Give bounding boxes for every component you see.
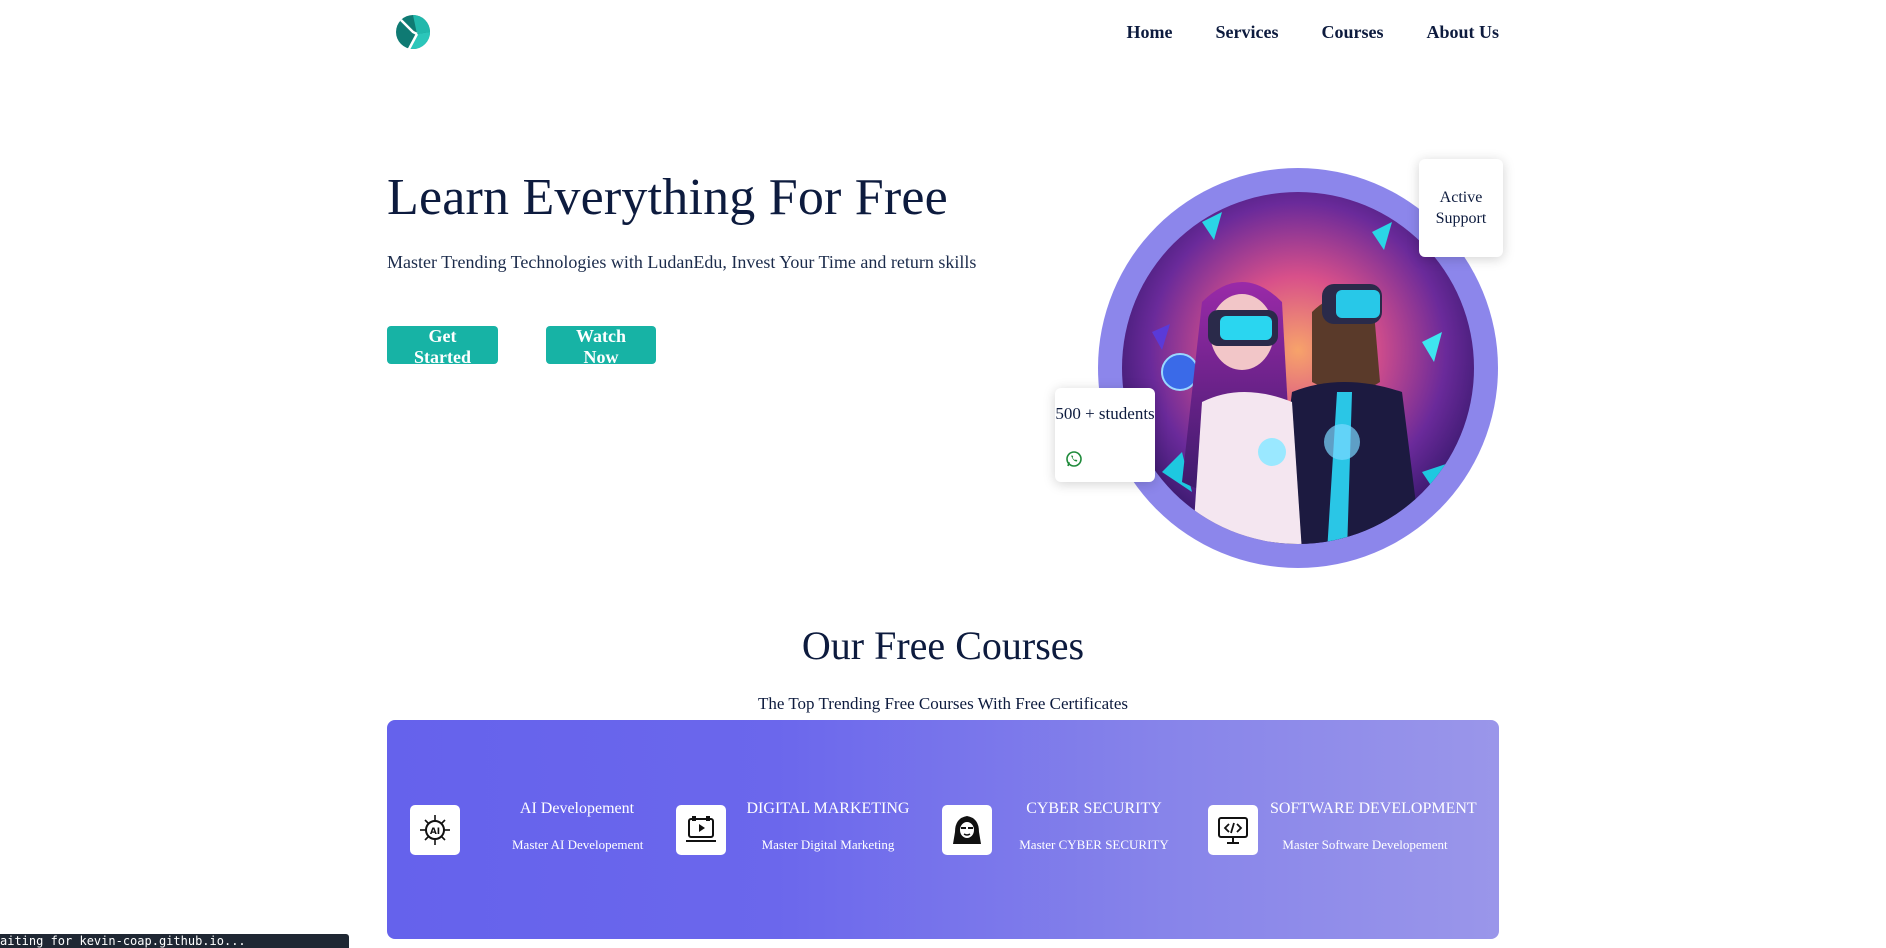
course-description: Master AI Developement [512,837,644,852]
course-card-digital-marketing[interactable]: DIGITAL MARKETING Master Digital Marketi… [653,720,919,939]
nav-home-link[interactable]: Home [1127,22,1173,43]
course-card-ai[interactable]: AI AI Developement Master AI Developemen… [387,720,653,939]
get-started-button[interactable]: Get Started [387,326,498,367]
active-support-label: Active Support [1435,189,1487,227]
hero-subtitle: Master Trending Technologies with LudanE… [387,252,977,272]
digital-marketing-icon [676,805,726,855]
course-title: DIGITAL MARKETING [746,800,910,817]
nav-services-link[interactable]: Services [1215,22,1278,43]
nav-about-link[interactable]: About Us [1426,22,1499,43]
browser-status-bar: aiting for kevin-coap.github.io... [0,934,349,948]
students-card: 500 + students [1055,388,1155,482]
hero-title: Learn Everything For Free [387,169,948,226]
page: Home Services Courses About Us Learn Eve… [0,0,1886,948]
hacker-icon [942,805,992,855]
course-title: SOFTWARE DEVELOPMENT [1270,800,1477,817]
course-title: AI Developement [519,800,635,817]
course-card-software-development[interactable]: SOFTWARE DEVELOPMENT Master Software Dev… [1185,720,1499,939]
course-description: Master CYBER SECURITY [1019,837,1169,852]
logo-icon[interactable] [395,14,431,50]
course-description: Master Digital Marketing [761,837,895,852]
ai-chip-icon: AI [410,805,460,855]
courses-section-subtitle: The Top Trending Free Courses With Free … [757,694,1129,713]
svg-text:AI: AI [430,827,440,837]
nav-courses-link[interactable]: Courses [1321,22,1383,43]
students-count-label: 500 + students [1055,404,1155,423]
courses-section-title: Our Free Courses [801,623,1085,668]
code-monitor-icon [1208,805,1258,855]
courses-panel: AI AI Developement Master AI Developemen… [387,720,1499,939]
watch-now-button[interactable]: Watch Now [546,326,656,367]
course-card-cyber-security[interactable]: CYBER SECURITY Master CYBER SECURITY [919,720,1185,939]
course-description: Master Software Developement [1282,837,1448,852]
main-nav: Home Services Courses About Us [1127,22,1500,43]
course-title: CYBER SECURITY [1026,800,1162,817]
whatsapp-icon[interactable] [1065,450,1083,468]
active-support-card: Active Support [1419,159,1503,257]
